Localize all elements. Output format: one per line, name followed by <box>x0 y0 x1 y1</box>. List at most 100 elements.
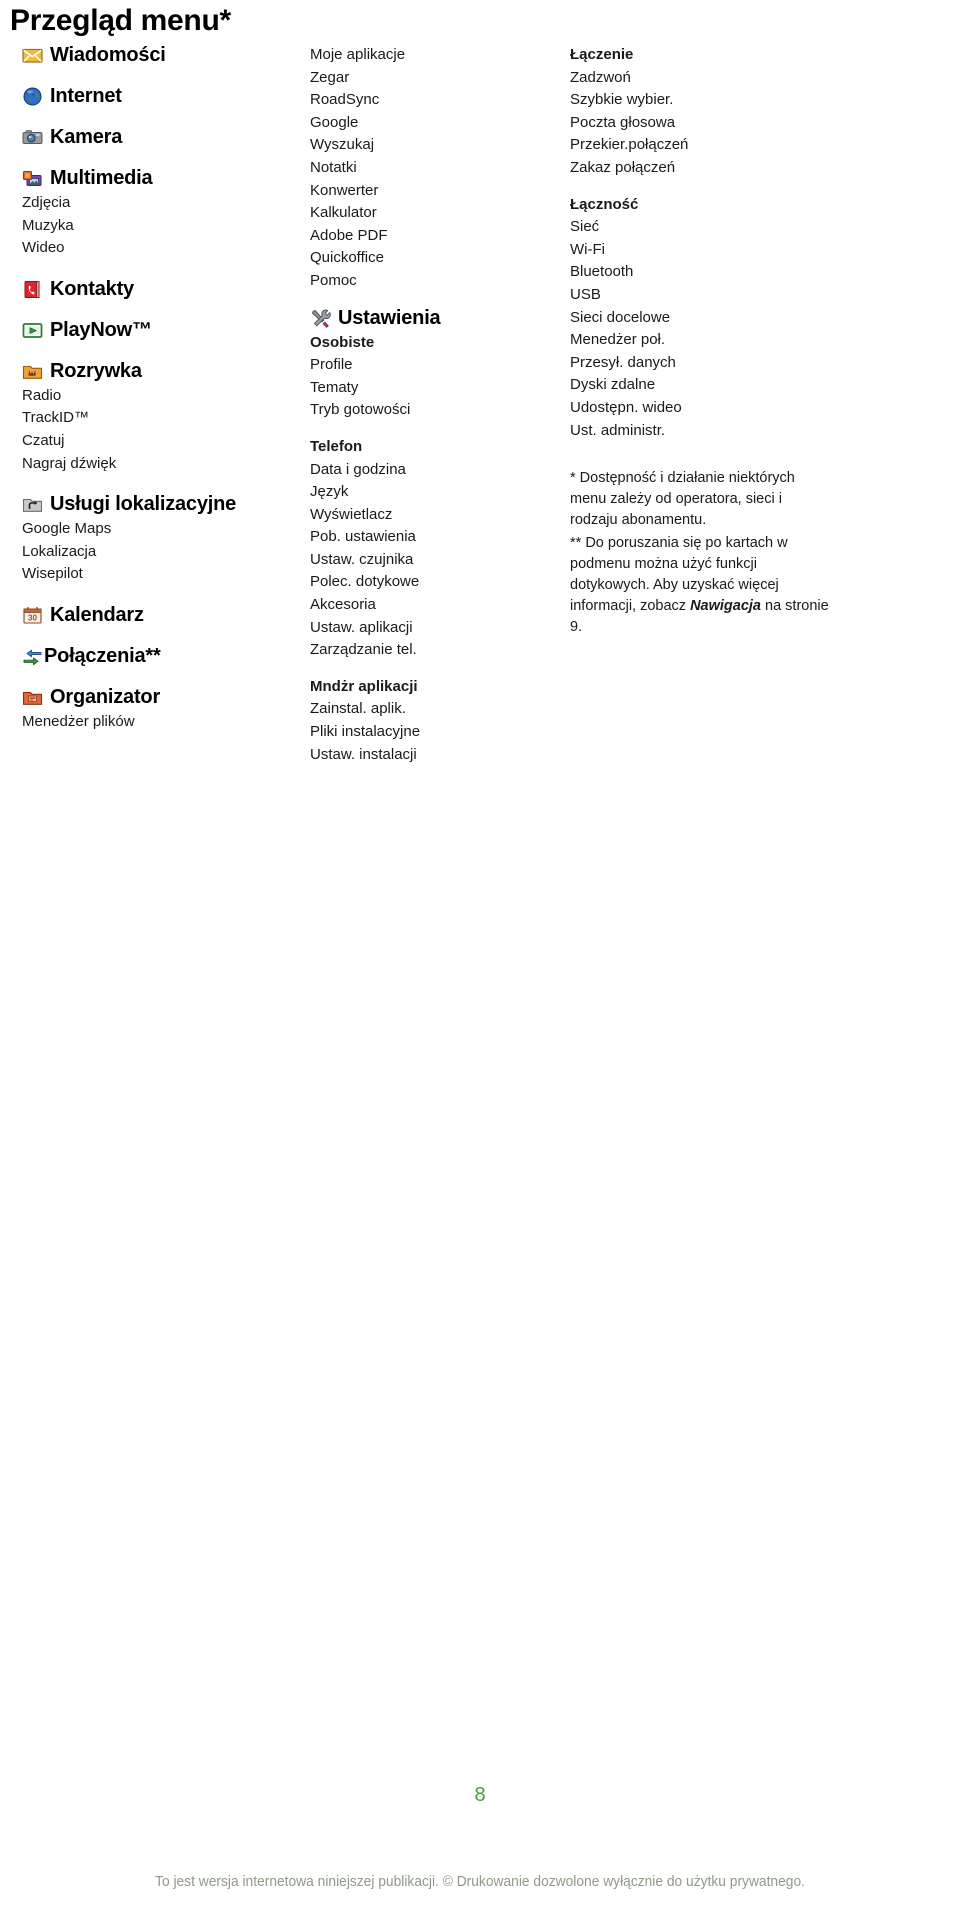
settings-section-laczenie: Łączenie Zadzwoń Szybkie wybier. Poczta … <box>570 44 950 180</box>
list-item[interactable]: Zadzwoń <box>570 67 950 90</box>
submenu-item[interactable]: Nagraj dźwięk <box>22 453 300 476</box>
menu-label: Usługi lokalizacyjne <box>50 493 237 516</box>
globe-icon <box>22 86 43 107</box>
list-item[interactable]: Notatki <box>310 157 550 180</box>
list-item[interactable]: Moje aplikacje <box>310 44 550 67</box>
list-item[interactable]: Akcesoria <box>310 594 550 617</box>
menu-group-multimedia: Multimedia Zdjęcia Muzyka Wideo <box>22 167 300 260</box>
list-item[interactable]: Zainstal. aplik. <box>310 698 550 721</box>
menu-group-internet: Internet <box>22 85 300 108</box>
list-item[interactable]: Udostępn. wideo <box>570 397 950 420</box>
menu-group-entertainment: Rozrywka Radio TrackID™ Czatuj Nagraj dź… <box>22 360 300 475</box>
submenu-item[interactable]: Zdjęcia <box>22 192 300 215</box>
menu-label: Ustawienia <box>338 306 441 329</box>
menu-label: Wiadomości <box>50 44 166 66</box>
menu-item-wiadomosci[interactable]: Wiadomości <box>22 44 300 67</box>
list-item[interactable]: Język <box>310 481 550 504</box>
menu-label: Internet <box>50 85 122 107</box>
play-icon <box>22 320 43 341</box>
list-item[interactable]: Zegar <box>310 67 550 90</box>
section-title: Mndżr aplikacji <box>310 677 418 695</box>
list-item[interactable]: Poczta głosowa <box>570 112 950 135</box>
list-item[interactable]: Sieci docelowe <box>570 307 950 330</box>
menu-group-camera: Kamera <box>22 126 300 149</box>
list-item[interactable]: Google <box>310 112 550 135</box>
list-item[interactable]: Zakaz połączeń <box>570 157 950 180</box>
submenu-item[interactable]: Lokalizacja <box>22 541 300 564</box>
menu-item-kamera[interactable]: Kamera <box>22 126 300 149</box>
list-item[interactable]: Profile <box>310 354 550 377</box>
contacts-book-icon <box>22 279 43 300</box>
submenu-item[interactable]: Wisepilot <box>22 563 300 586</box>
submenu-item[interactable]: Google Maps <box>22 518 300 541</box>
menu-item-rozrywka[interactable]: Rozrywka <box>22 360 300 383</box>
menu-label: PlayNow™ <box>50 318 152 341</box>
footnote-single-star: * Dostępność i działanie niektórych menu… <box>570 470 795 529</box>
menu-item-kalendarz[interactable]: 30 Kalendarz <box>22 604 300 627</box>
menu-item-playnow[interactable]: PlayNow™ <box>22 319 300 342</box>
calendar-icon: 30 <box>22 605 43 626</box>
menu-label: Połączenia** <box>44 644 161 667</box>
camera-icon <box>22 127 43 148</box>
section-title: Telefon <box>310 437 363 455</box>
menu-label: Organizator <box>50 685 161 708</box>
menu-item-kontakty[interactable]: Kontakty <box>22 278 300 301</box>
list-item[interactable]: Menedżer poł. <box>570 329 950 352</box>
list-item[interactable]: Przesył. danych <box>570 352 950 375</box>
menu-group-calendar: 30 Kalendarz <box>22 604 300 627</box>
footnote-reference-title: Nawigacja <box>690 598 761 615</box>
submenu-item[interactable]: Muzyka <box>22 215 300 238</box>
list-item[interactable]: Quickoffice <box>310 247 550 270</box>
footer-disclaimer: To jest wersja internetowa niniejszej pu… <box>155 1873 805 1890</box>
list-item[interactable]: Pob. ustawienia <box>310 526 550 549</box>
menu-group-playnow: PlayNow™ <box>22 319 300 342</box>
list-item[interactable]: Sieć <box>570 216 950 239</box>
multimedia-icon <box>22 168 43 189</box>
menu-label: Kamera <box>50 126 123 148</box>
svg-text:30: 30 <box>28 613 37 622</box>
section-title: Łączność <box>570 195 639 213</box>
submenu-item[interactable]: Menedżer plików <box>22 711 300 734</box>
menu-label: Kontakty <box>50 277 134 300</box>
menu-item-internet[interactable]: Internet <box>22 85 300 108</box>
menu-item-multimedia[interactable]: Multimedia <box>22 167 300 190</box>
list-item[interactable]: Tryb gotowości <box>310 399 550 422</box>
menu-item-polaczenia[interactable]: Połączenia** <box>22 645 300 668</box>
list-item[interactable]: Ustaw. aplikacji <box>310 617 550 640</box>
list-item[interactable]: Dyski zdalne <box>570 374 950 397</box>
list-item[interactable]: Polec. dotykowe <box>310 571 550 594</box>
menu-item-ustawienia[interactable]: Ustawienia <box>310 307 550 330</box>
list-item[interactable]: Konwerter <box>310 180 550 203</box>
list-item[interactable]: Ust. administr. <box>570 420 950 443</box>
list-item[interactable]: RoadSync <box>310 89 550 112</box>
submenu-item[interactable]: Czatuj <box>22 430 300 453</box>
menu-item-organizator[interactable]: Organizator <box>22 686 300 709</box>
list-item[interactable]: Przekier.połączeń <box>570 134 950 157</box>
menu-label: Multimedia <box>50 167 153 189</box>
list-item[interactable]: Wi-Fi <box>570 239 950 262</box>
list-item[interactable]: Pomoc <box>310 270 550 293</box>
list-item[interactable]: Szybkie wybier. <box>570 89 950 112</box>
list-item[interactable]: Wyszukaj <box>310 134 550 157</box>
list-item[interactable]: Ustaw. czujnika <box>310 549 550 572</box>
submenu-item[interactable]: Radio <box>22 385 300 408</box>
list-item[interactable]: Data i godzina <box>310 459 550 482</box>
list-item[interactable]: Adobe PDF <box>310 225 550 248</box>
list-item[interactable]: Zarządzanie tel. <box>310 639 550 662</box>
list-item[interactable]: USB <box>570 284 950 307</box>
list-item[interactable]: Pliki instalacyjne <box>310 721 550 744</box>
organizer-folder-icon <box>22 687 43 708</box>
footnote-double-star: ** Do poruszania się po kartach w podmen… <box>570 533 830 638</box>
list-item[interactable]: Ustaw. instalacji <box>310 744 550 767</box>
list-item[interactable]: Bluetooth <box>570 261 950 284</box>
submenu-item[interactable]: Wideo <box>22 237 300 260</box>
list-item[interactable]: Kalkulator <box>310 202 550 225</box>
list-item[interactable]: Tematy <box>310 377 550 400</box>
menu-item-uslugi-lokalizacyjne[interactable]: Usługi lokalizacyjne <box>22 493 300 516</box>
list-item[interactable]: Wyświetlacz <box>310 504 550 527</box>
submenu-item[interactable]: TrackID™ <box>22 407 300 430</box>
section-title: Osobiste <box>310 333 375 351</box>
